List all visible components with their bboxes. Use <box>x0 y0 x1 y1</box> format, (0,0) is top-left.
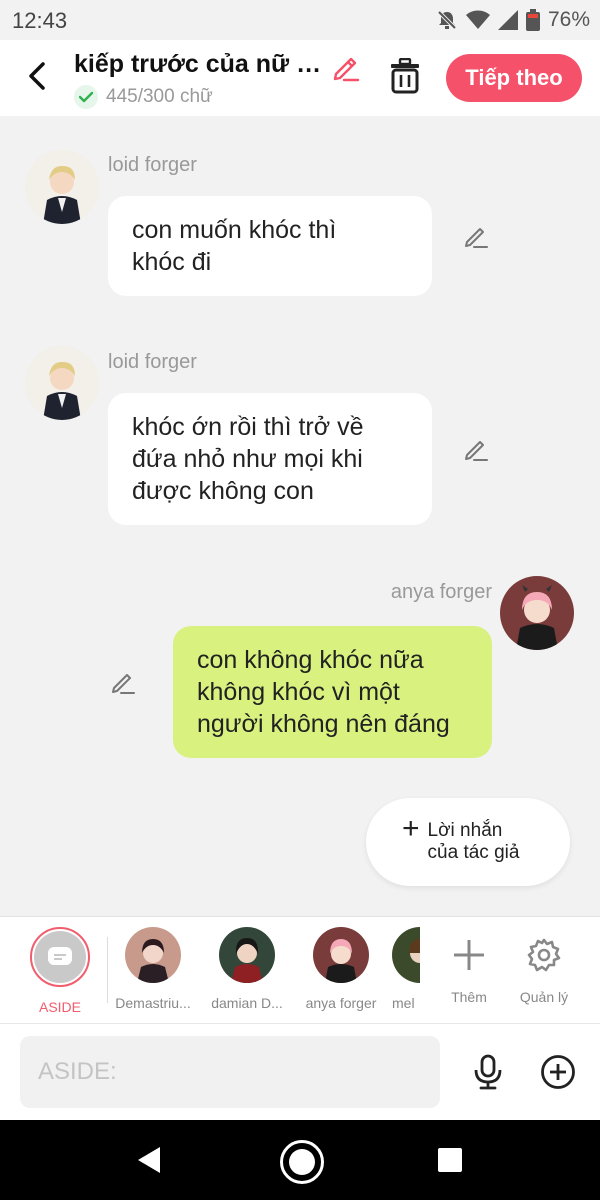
message-line: được không con <box>132 477 314 505</box>
gear-icon <box>527 938 561 972</box>
character-label: anya forger <box>305 995 377 1011</box>
add-circle-icon <box>541 1055 575 1089</box>
word-count: 445/300 chữ <box>74 85 213 109</box>
character-avatar <box>125 927 181 983</box>
message-input[interactable] <box>20 1036 440 1108</box>
message-line: con muốn khóc thì <box>132 216 337 244</box>
pencil-icon <box>465 441 488 461</box>
status-icons: 76% <box>436 8 590 32</box>
sender-name: loid forger <box>108 154 197 176</box>
message-line: không khóc vì một <box>197 678 400 706</box>
character-label: ASIDE <box>38 999 81 1015</box>
story-title[interactable]: kiếp trước của nữ c... <box>74 50 329 79</box>
manage-characters-label: Quản lý <box>519 989 569 1005</box>
message-bubble[interactable]: khóc ớn rồi thì trở về đứa nhỏ như mọi k… <box>108 393 432 525</box>
back-arrow-icon <box>29 62 45 90</box>
chat-bubble-icon <box>48 947 72 965</box>
character-label: damian D... <box>211 995 283 1011</box>
system-nav-bar <box>0 1120 600 1200</box>
pencil-icon <box>465 228 488 248</box>
wifi-icon <box>465 10 490 29</box>
character-label: mel <box>392 995 415 1011</box>
chat-area[interactable]: loid forger con muốn khóc thì khóc đi lo… <box>0 116 600 916</box>
nav-back-button[interactable] <box>136 1146 162 1179</box>
add-media-button[interactable] <box>540 1054 576 1095</box>
pencil-icon <box>112 674 135 694</box>
sender-name: loid forger <box>108 351 197 373</box>
edit-message-button[interactable] <box>462 436 490 469</box>
delete-button[interactable] <box>388 57 422 101</box>
character-mel[interactable]: mel <box>392 927 420 1011</box>
microphone-icon <box>474 1054 502 1090</box>
compose-bar <box>0 1024 600 1120</box>
plus-icon: + <box>402 812 420 845</box>
check-icon <box>74 85 98 109</box>
character-bar: ASIDE Demastriu... damian D... anya forg… <box>0 916 600 1024</box>
back-button[interactable] <box>22 56 52 96</box>
author-note-line: Lời nhắn <box>427 820 503 841</box>
avatar-loid[interactable] <box>25 346 99 420</box>
nav-recents-button[interactable] <box>438 1148 462 1172</box>
divider <box>107 937 108 1003</box>
editor-header: kiếp trước của nữ c... 445/300 chữ Tiếp … <box>0 40 600 116</box>
plus-icon <box>454 940 484 970</box>
message-line: đứa nhỏ như mọi khi <box>132 445 363 473</box>
character-avatar <box>219 927 275 983</box>
character-avatar <box>313 927 369 983</box>
manage-characters-button[interactable]: Quản lý <box>504 927 584 1005</box>
sender-name: anya forger <box>390 581 492 603</box>
author-note-line: của tác giả <box>427 842 520 863</box>
character-avatar <box>392 927 420 983</box>
home-circle-icon <box>289 1149 315 1175</box>
voice-input-button[interactable] <box>472 1054 504 1095</box>
status-bar: 12:43 76% <box>0 0 600 40</box>
message-line: khóc đi <box>132 248 212 276</box>
character-damian[interactable]: damian D... <box>207 927 287 1011</box>
next-button[interactable]: Tiếp theo <box>446 54 582 102</box>
edit-message-button[interactable] <box>109 669 137 702</box>
edit-message-button[interactable] <box>462 223 490 256</box>
avatar-anya[interactable] <box>500 576 574 650</box>
message-line: khóc ớn rồi thì trở về <box>132 413 364 441</box>
trash-icon <box>391 57 419 94</box>
battery-icon <box>525 9 540 31</box>
battery-percent: 76% <box>547 8 590 31</box>
pencil-icon <box>333 57 360 82</box>
add-character-button[interactable]: Thêm <box>429 927 509 1005</box>
character-anya[interactable]: anya forger <box>301 927 381 1011</box>
signal-icon <box>497 10 518 30</box>
triangle-back-icon <box>138 1147 160 1173</box>
message-line: người không nên đáng <box>197 710 450 738</box>
nav-home-button[interactable] <box>280 1140 324 1184</box>
message-line: con không khóc nữa <box>197 646 424 674</box>
character-demastriu[interactable]: Demastriu... <box>113 927 193 1011</box>
author-note-button[interactable]: + Lời nhắn của tác giả <box>366 798 570 886</box>
add-character-label: Thêm <box>451 989 487 1005</box>
aside-avatar <box>30 927 90 987</box>
avatar-loid[interactable] <box>25 150 99 224</box>
edit-title-button[interactable] <box>330 52 362 89</box>
word-count-text: 445/300 chữ <box>106 86 213 107</box>
message-bubble-self[interactable]: con không khóc nữa không khóc vì một ngư… <box>173 626 492 758</box>
status-time: 12:43 <box>12 8 68 33</box>
character-aside[interactable]: ASIDE <box>20 927 100 1015</box>
notifications-off-icon <box>437 10 457 30</box>
character-label: Demastriu... <box>115 995 191 1011</box>
message-bubble[interactable]: con muốn khóc thì khóc đi <box>108 196 432 296</box>
